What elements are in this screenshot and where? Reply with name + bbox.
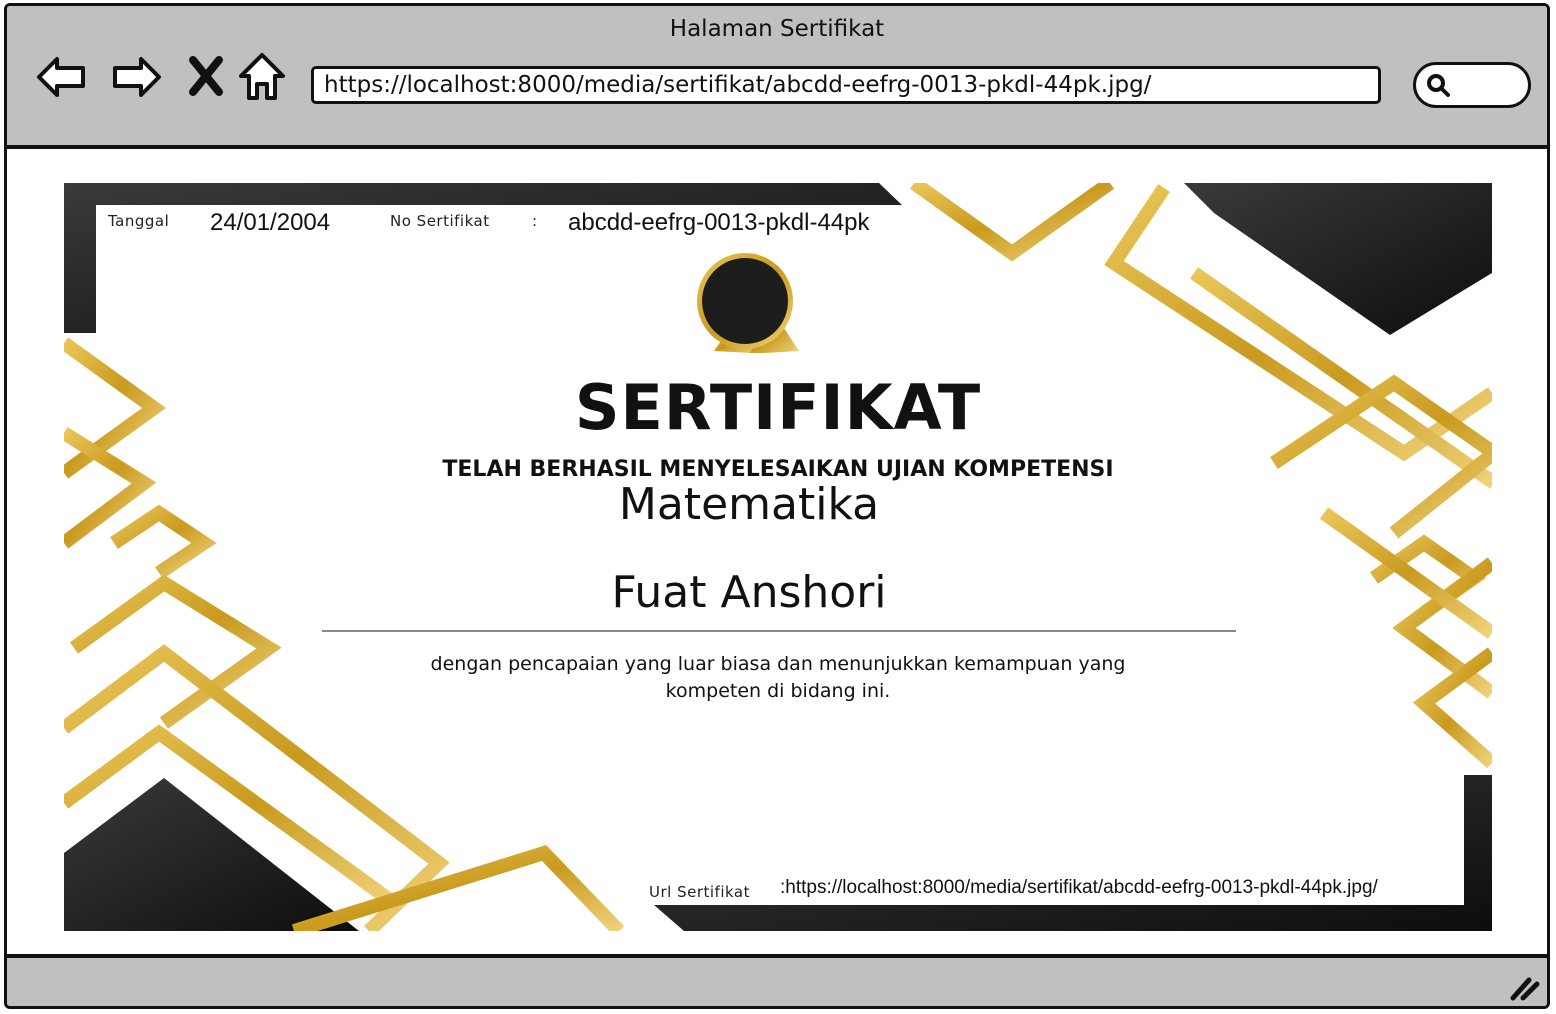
certificate-url-value[interactable]: :https://localhost:8000/media/sertifikat… <box>780 877 1378 899</box>
recipient-name: Fuat Anshori <box>611 567 887 618</box>
certificate-title: SERTIFIKAT <box>574 371 982 444</box>
page-content: Tanggal 24/01/2004 No Sertifikat : abcdd… <box>7 149 1547 961</box>
certificate-description: dengan pencapaian yang luar biasa dan me… <box>64 651 1492 705</box>
stop-button[interactable] <box>179 50 233 104</box>
back-button[interactable] <box>35 50 89 104</box>
search-input[interactable] <box>1413 62 1531 108</box>
forward-button[interactable] <box>109 50 163 104</box>
certificate-url-label: Url Sertifikat <box>649 883 750 901</box>
certificate-image: Tanggal 24/01/2004 No Sertifikat : abcdd… <box>64 183 1492 931</box>
status-bar <box>7 954 1547 1006</box>
home-icon <box>239 53 285 100</box>
date-label: Tanggal <box>108 212 170 230</box>
description-line-1: dengan pencapaian yang luar biasa dan me… <box>430 653 1126 675</box>
home-button[interactable] <box>235 50 289 104</box>
certificate-number-label: No Sertifikat <box>390 212 490 230</box>
search-icon <box>1427 74 1450 97</box>
certificate-number-separator: : <box>532 212 538 230</box>
close-icon <box>189 56 223 96</box>
window-title: Halaman Sertifikat <box>669 16 885 42</box>
address-bar[interactable]: https://localhost:8000/media/sertifikat/… <box>311 66 1381 104</box>
medal-badge <box>697 253 799 353</box>
back-arrow-icon <box>37 57 85 97</box>
resize-grip-icon[interactable] <box>1507 972 1541 1002</box>
date-value: 24/01/2004 <box>210 209 331 236</box>
certificate-number-value: abcdd-eefrg-0013-pkdl-44pk <box>568 209 870 236</box>
description-line-2: kompeten di bidang ini. <box>665 680 891 702</box>
certificate-background <box>64 183 1492 931</box>
course-name: Matematika <box>618 479 880 530</box>
browser-toolbar: Halaman Sertifikat https://localhost:800… <box>7 6 1547 149</box>
browser-window: Halaman Sertifikat https://localhost:800… <box>4 3 1550 1009</box>
name-divider <box>322 630 1236 632</box>
forward-arrow-icon <box>113 57 161 97</box>
